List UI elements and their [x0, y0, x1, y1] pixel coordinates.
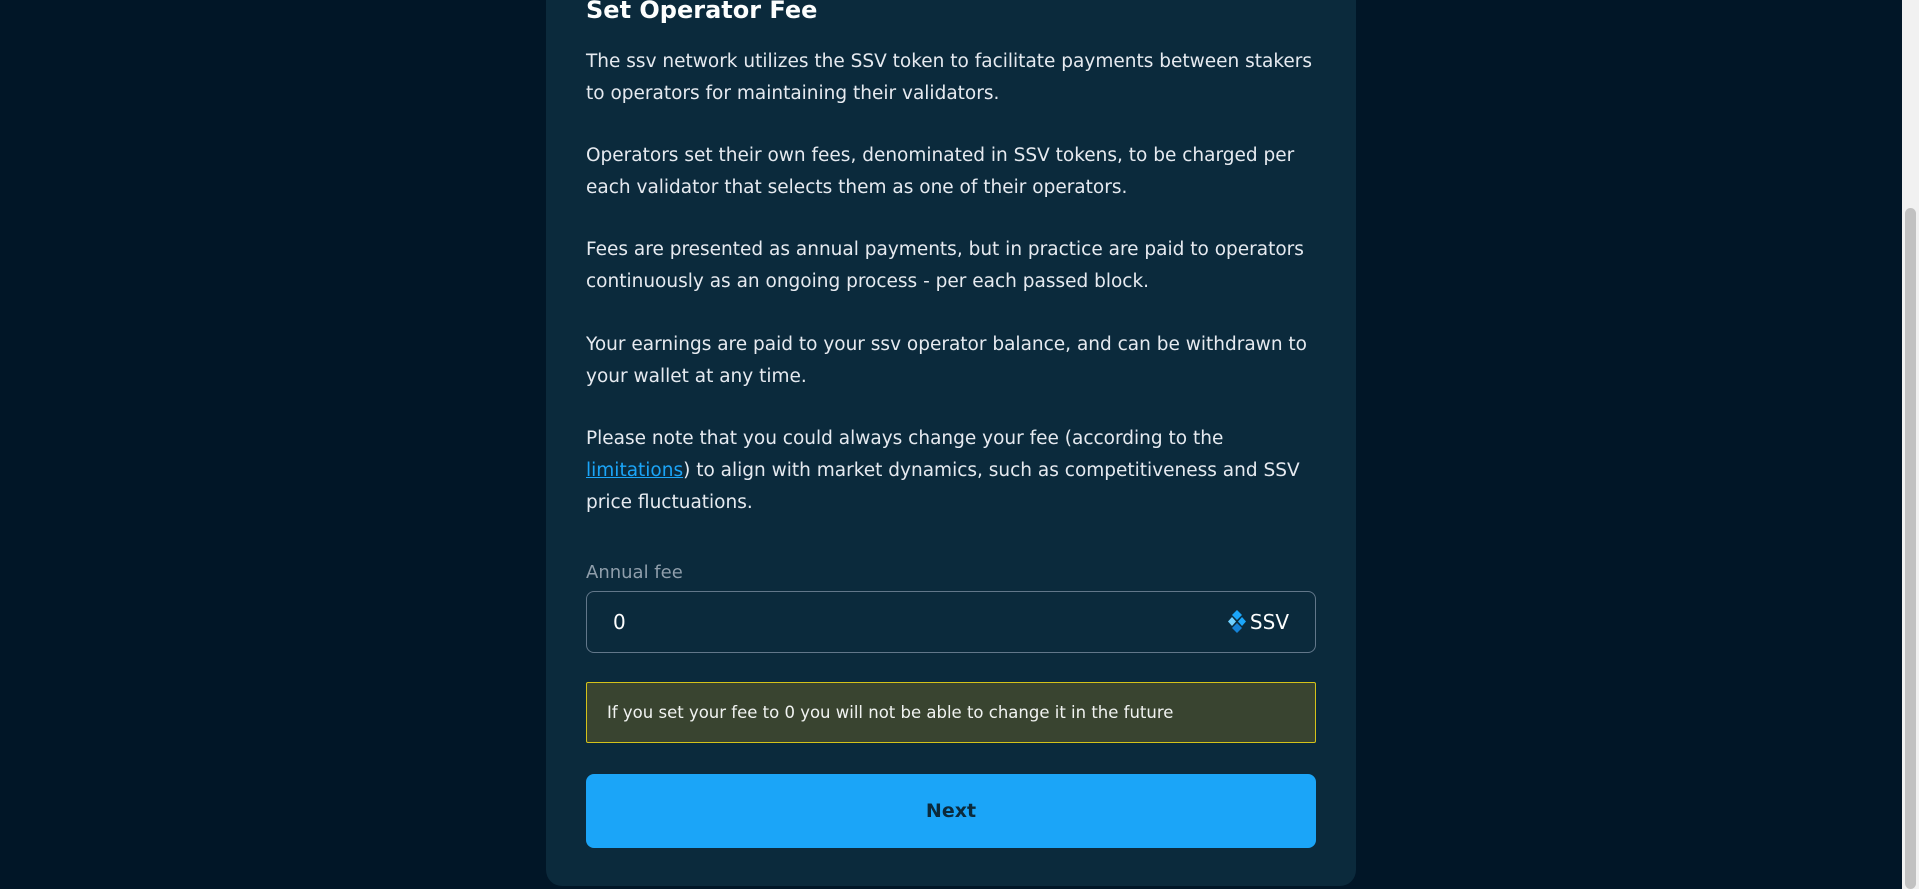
zero-fee-warning: If you set your fee to 0 you will not be… [586, 682, 1316, 743]
fee-denomination-paragraph: Operators set their own fees, denominate… [586, 145, 1295, 198]
page-scrollbar[interactable] [1902, 0, 1919, 889]
fee-unit-label: SSV [1249, 610, 1289, 634]
zero-fee-warning-text: If you set your fee to 0 you will not be… [607, 703, 1174, 722]
note-prefix: Please note that you could always change… [586, 428, 1224, 449]
annual-fee-input[interactable] [613, 610, 1228, 634]
operator-fee-card: Set Operator Fee The ssv network utilize… [546, 0, 1356, 886]
page: Set Operator Fee The ssv network utilize… [0, 0, 1919, 889]
page-title: Set Operator Fee [586, 0, 818, 24]
annual-fee-field[interactable]: SSV [586, 591, 1316, 653]
next-button[interactable]: Next [586, 774, 1316, 848]
ssv-token-icon [1227, 610, 1246, 633]
limitations-link[interactable]: limitations [586, 460, 683, 481]
earnings-paragraph: Your earnings are paid to your ssv opera… [586, 334, 1307, 387]
annual-fee-label: Annual fee [586, 562, 683, 583]
intro-paragraph: The ssv network utilizes the SSV token t… [586, 51, 1313, 104]
scrollbar-thumb[interactable] [1905, 208, 1916, 889]
fee-unit: SSV [1227, 610, 1289, 634]
fee-change-note: Please note that you could always change… [586, 423, 1321, 519]
note-suffix: ) to align with market dynamics, such as… [586, 460, 1300, 513]
fee-payment-paragraph: Fees are presented as annual payments, b… [586, 239, 1304, 292]
